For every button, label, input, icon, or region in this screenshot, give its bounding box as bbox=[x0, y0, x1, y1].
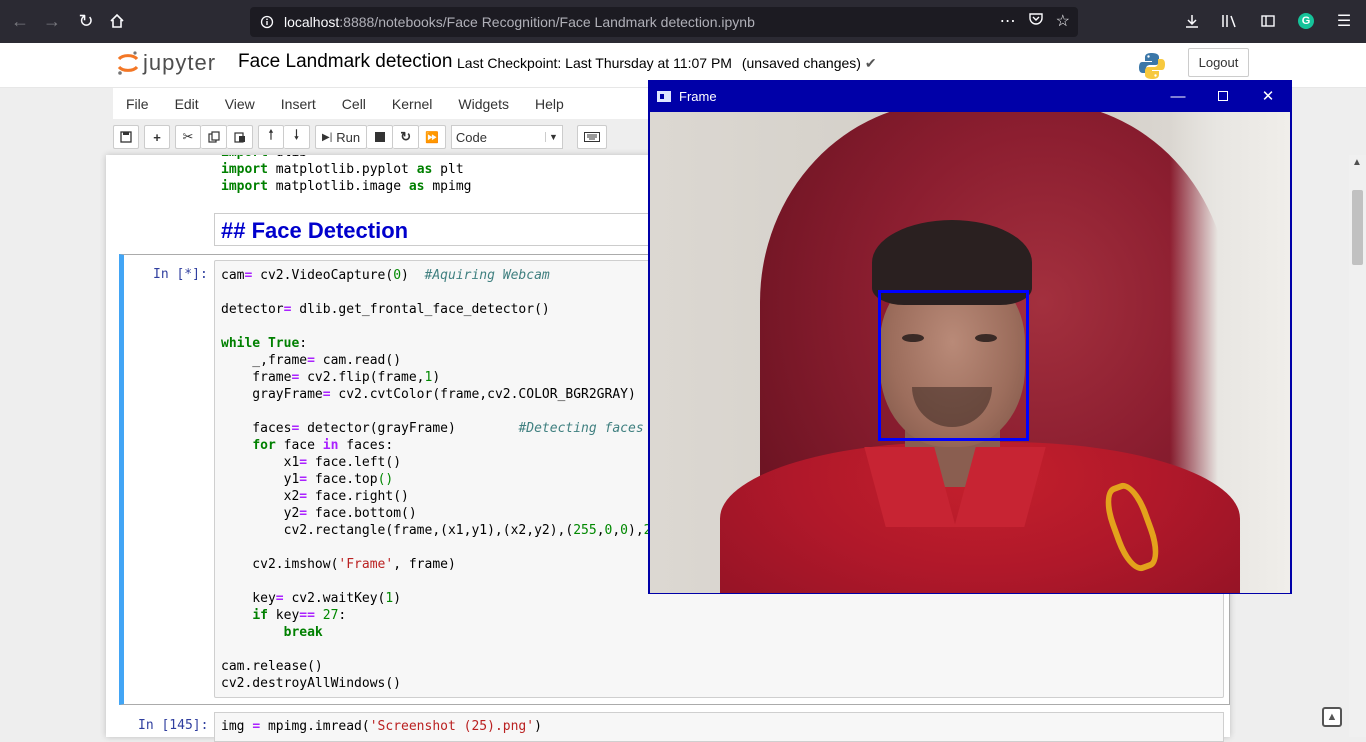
scroll-to-top-icon[interactable]: ▲ bbox=[1322, 707, 1342, 727]
window-app-icon bbox=[657, 90, 671, 102]
move-down-icon[interactable]: 🠓 bbox=[284, 125, 310, 149]
step-forward-icon: ▶| bbox=[322, 131, 333, 143]
menu-kernel[interactable]: Kernel bbox=[379, 96, 445, 112]
forward-icon[interactable]: → bbox=[36, 5, 68, 37]
paste-icon[interactable] bbox=[227, 125, 253, 149]
keyboard-icon[interactable] bbox=[576, 125, 607, 149]
grammarly-icon[interactable]: G bbox=[1292, 6, 1320, 36]
input-prompt: In [*]: bbox=[153, 267, 208, 282]
address-bar[interactable]: localhost:8888/notebooks/Face Recognitio… bbox=[250, 7, 1078, 37]
input-prompt-145: In [145]: bbox=[138, 718, 209, 733]
url-path: :8888/notebooks/Face Recognition/Face La… bbox=[339, 14, 755, 30]
download-icon[interactable] bbox=[1178, 6, 1206, 36]
save-icon[interactable] bbox=[113, 125, 139, 149]
markdown-heading: ## Face Detection bbox=[221, 218, 409, 243]
imports-code: import dlib import matplotlib.pyplot as … bbox=[221, 155, 472, 194]
library-icon[interactable] bbox=[1216, 6, 1244, 36]
checkpoint-text: Last Checkpoint: Last Thursday at 11:07 … bbox=[457, 55, 732, 71]
browser-toolbar: ← → ↻ localhost:8888/notebooks/Face Reco… bbox=[0, 0, 1366, 43]
code-cell-imports[interactable]: import dlib import matplotlib.pyplot as … bbox=[215, 155, 655, 203]
markdown-cell[interactable]: ## Face Detection bbox=[214, 213, 654, 246]
notebook-title[interactable]: Face Landmark detection bbox=[238, 51, 452, 73]
menu-edit[interactable]: Edit bbox=[162, 96, 212, 112]
move-up-icon[interactable]: 🠑 bbox=[258, 125, 284, 149]
pocket-icon[interactable] bbox=[1028, 11, 1044, 32]
maximize-icon[interactable] bbox=[1200, 81, 1246, 111]
scroll-up-icon[interactable]: ▲ bbox=[1352, 157, 1362, 168]
back-icon[interactable]: ← bbox=[4, 5, 36, 37]
url-host: localhost bbox=[284, 14, 340, 30]
insert-cell-icon[interactable]: + bbox=[144, 125, 170, 149]
frame-window-title: Frame bbox=[679, 88, 717, 104]
close-icon[interactable]: ✕ bbox=[1245, 81, 1291, 111]
jupyter-mark-icon bbox=[117, 50, 139, 76]
scroll-thumb[interactable] bbox=[1352, 190, 1363, 265]
code-cell-imread[interactable]: img = mpimg.imread('Screenshot (25).png'… bbox=[214, 712, 1224, 742]
cell-type-value: Code bbox=[455, 129, 487, 145]
jupyter-logo[interactable]: jupyter bbox=[117, 50, 216, 76]
chevron-down-icon: ▼ bbox=[544, 132, 558, 142]
webcam-frame-image bbox=[650, 112, 1290, 593]
page-actions-icon[interactable]: ⋯ bbox=[1000, 11, 1016, 32]
imread-code: img = mpimg.imread('Screenshot (25).png'… bbox=[221, 719, 542, 734]
menu-help[interactable]: Help bbox=[522, 96, 577, 112]
run-label: Run bbox=[336, 129, 361, 145]
reload-icon[interactable]: ↻ bbox=[70, 5, 102, 37]
opencv-frame-window: Frame — ✕ bbox=[648, 80, 1292, 594]
sidebar-icon[interactable] bbox=[1254, 6, 1282, 36]
cell-type-select[interactable]: Code ▼ bbox=[450, 125, 563, 149]
face-detection-box bbox=[878, 290, 1029, 441]
menu-file[interactable]: File bbox=[113, 96, 162, 112]
check-icon: ✔ bbox=[864, 55, 877, 71]
bookmark-star-icon[interactable]: ☆ bbox=[1056, 11, 1070, 32]
home-icon[interactable] bbox=[101, 5, 133, 37]
menu-widgets[interactable]: Widgets bbox=[445, 96, 522, 112]
checkpoint-status: Last Checkpoint: Last Thursday at 11:07 … bbox=[457, 55, 877, 72]
frame-window-titlebar[interactable]: Frame — ✕ bbox=[649, 81, 1291, 111]
python-kernel-icon bbox=[1137, 51, 1167, 81]
menu-hamburger-icon[interactable]: ☰ bbox=[1330, 6, 1358, 36]
fast-forward-icon[interactable]: ⏩ bbox=[419, 125, 446, 149]
menubar: File Edit View Insert Cell Kernel Widget… bbox=[113, 88, 653, 119]
jupyter-wordmark: jupyter bbox=[143, 50, 217, 75]
unsaved-text: (unsaved changes) bbox=[741, 55, 861, 71]
menu-view[interactable]: View bbox=[212, 96, 268, 112]
restart-icon[interactable]: ↻ bbox=[393, 125, 420, 149]
page-scrollbar[interactable]: ▲ bbox=[1349, 155, 1366, 737]
copy-icon[interactable] bbox=[201, 125, 227, 149]
menu-cell[interactable]: Cell bbox=[329, 96, 379, 112]
site-info-icon[interactable] bbox=[260, 15, 274, 29]
minimize-icon[interactable]: — bbox=[1155, 81, 1201, 111]
notebook-toolbar: + ✂ 🠑 🠓 ▶| Run ↻ ⏩ Code ▼ bbox=[113, 121, 653, 153]
logout-button[interactable]: Logout bbox=[1188, 48, 1249, 77]
cut-icon[interactable]: ✂ bbox=[175, 125, 201, 149]
face-detection-code: cam= cv2.VideoCapture(0) #Aquiring Webca… bbox=[221, 268, 659, 691]
url-text: localhost:8888/notebooks/Face Recognitio… bbox=[284, 14, 755, 30]
interrupt-stop-icon[interactable] bbox=[367, 125, 394, 149]
menu-insert[interactable]: Insert bbox=[268, 96, 329, 112]
run-button[interactable]: ▶| Run bbox=[315, 125, 368, 149]
